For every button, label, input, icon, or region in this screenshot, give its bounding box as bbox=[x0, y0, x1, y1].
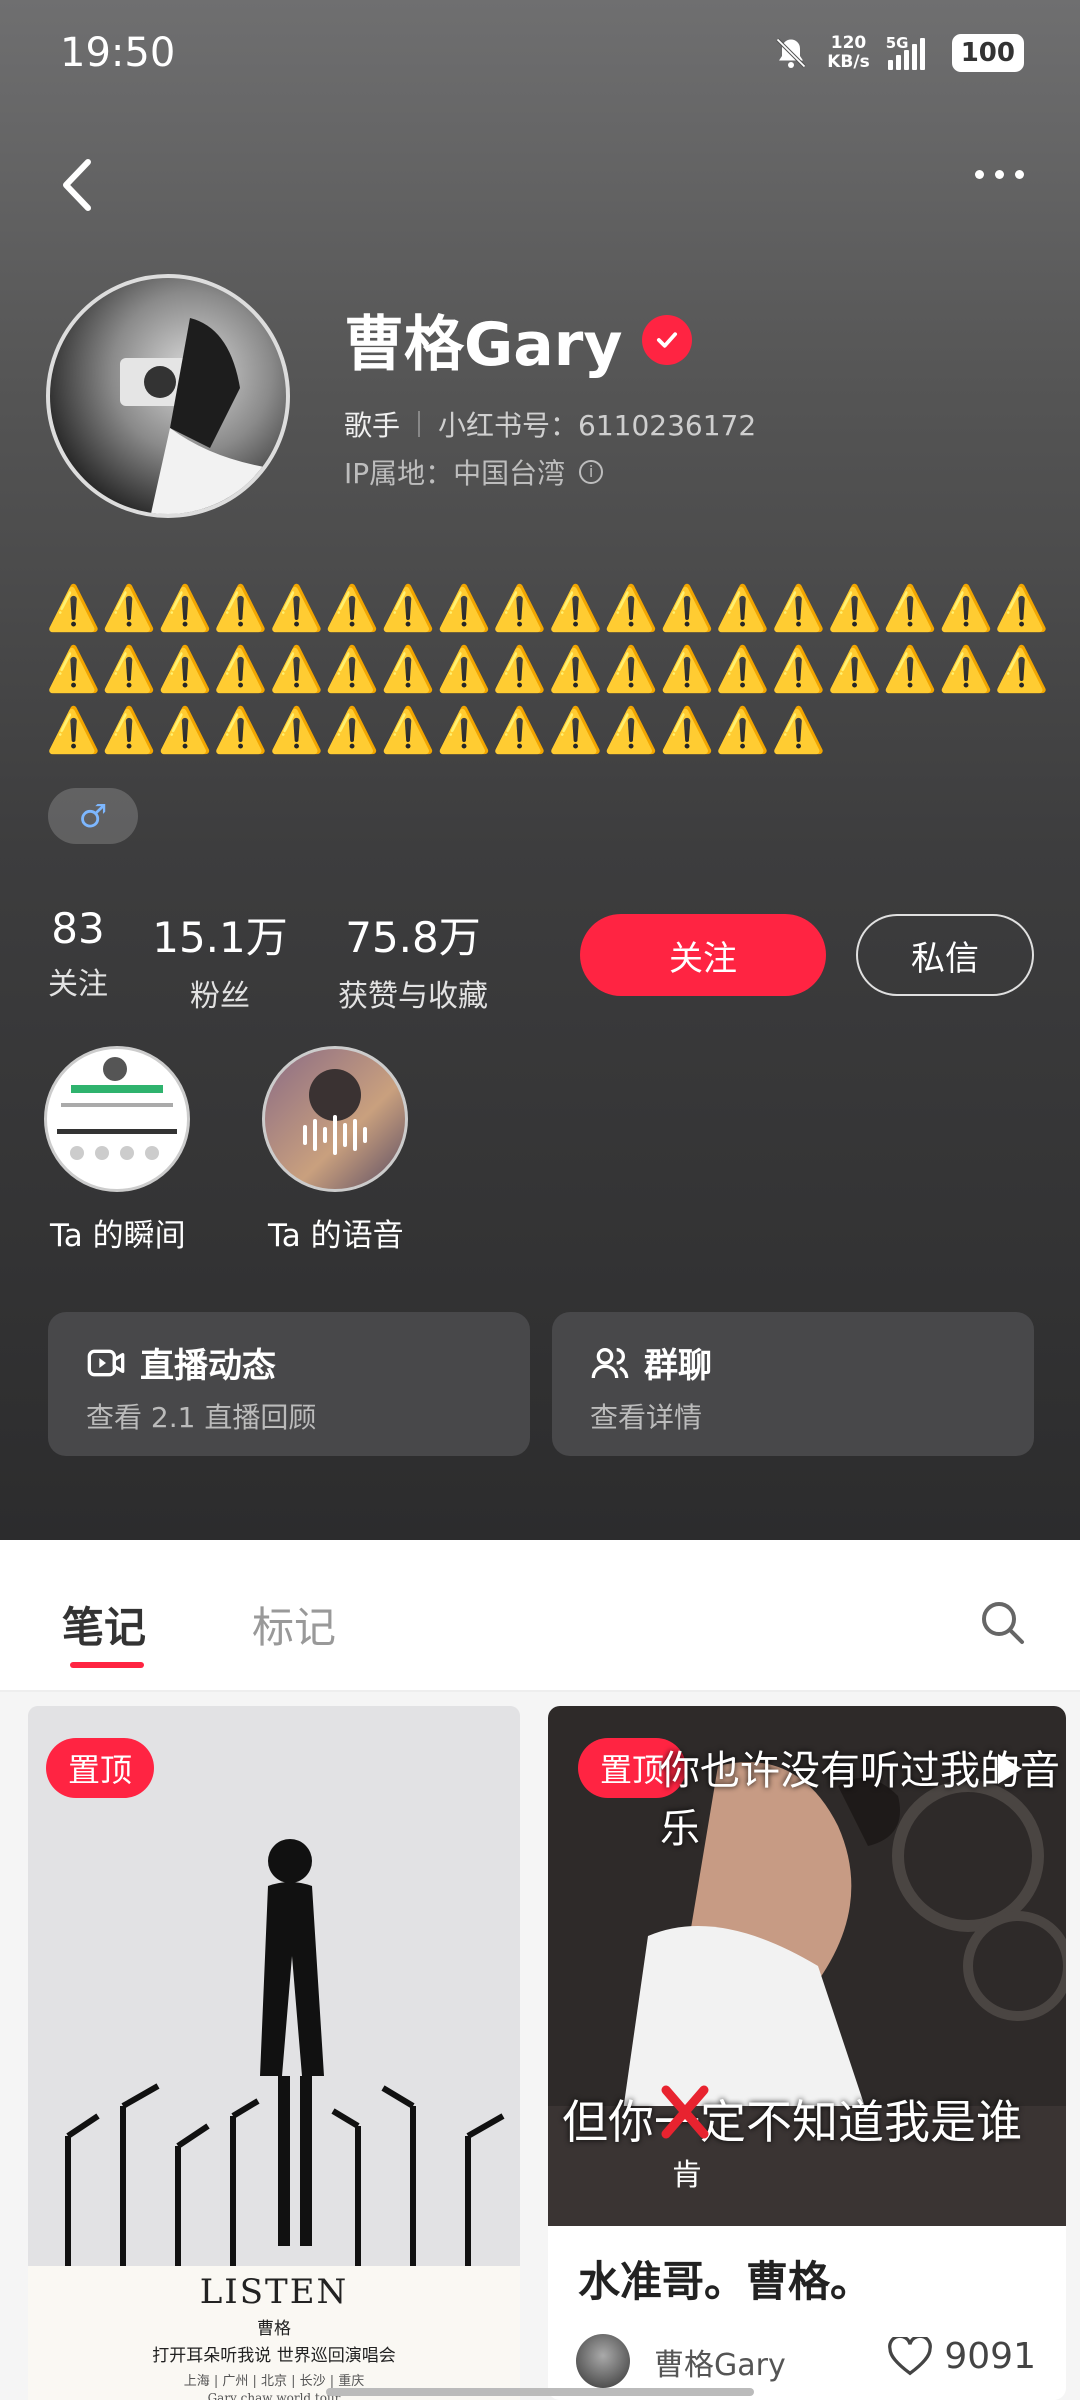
story-voice[interactable] bbox=[262, 1046, 408, 1192]
live-card[interactable]: 直播动态 查看 2.1 直播回顾 bbox=[48, 1312, 530, 1456]
profile-meta: 歌手 小红书号：6110236172 bbox=[344, 404, 756, 444]
search-icon[interactable] bbox=[978, 1598, 1026, 1646]
group-card-title: 群聊 bbox=[644, 1346, 712, 1386]
follow-button[interactable]: 关注 bbox=[580, 914, 826, 996]
red-id: 小红书号：6110236172 bbox=[438, 409, 757, 442]
tab-marks[interactable]: 标记 bbox=[252, 1594, 336, 1655]
profile-name: 曹格Gary bbox=[344, 296, 693, 383]
profile-header bbox=[0, 0, 1080, 1540]
mute-bell-icon bbox=[776, 38, 807, 68]
message-button[interactable]: 私信 bbox=[856, 914, 1034, 996]
male-gender-icon: ♂ bbox=[48, 788, 138, 844]
live-card-title: 直播动态 bbox=[140, 1346, 276, 1386]
verified-badge-icon bbox=[642, 314, 693, 365]
like-count-value: 9091 bbox=[944, 2336, 1036, 2377]
poster-title: LISTEN bbox=[199, 2272, 349, 2312]
story-moments-label: Ta 的瞬间 bbox=[50, 1218, 186, 1254]
tab-notes[interactable]: 笔记 bbox=[62, 1594, 146, 1655]
ip-label: IP属地：中国台湾 bbox=[344, 457, 566, 490]
profile-bio: ⚠️⚠️⚠️⚠️⚠️⚠️⚠️⚠️⚠️⚠️⚠️⚠️⚠️⚠️⚠️⚠️⚠️⚠️⚠️⚠️… bbox=[46, 583, 1051, 756]
story-voice-label: Ta 的语音 bbox=[268, 1218, 404, 1254]
like-count[interactable]: 9091 bbox=[888, 2336, 1036, 2377]
more-options-icon[interactable] bbox=[975, 170, 1024, 179]
stat-likes-collects[interactable]: 75.8万 获赞与收藏 bbox=[320, 904, 506, 1015]
divider bbox=[418, 411, 421, 437]
info-icon[interactable]: i bbox=[579, 460, 604, 484]
tab-indicator bbox=[70, 1662, 144, 1668]
status-icons: 120 KB/s 5G 100 bbox=[773, 34, 1024, 72]
status-time: 19:50 bbox=[60, 30, 176, 76]
back-arrow-icon[interactable] bbox=[50, 150, 110, 220]
stat-following[interactable]: 83 关注 bbox=[40, 904, 116, 1003]
profile-role: 歌手 bbox=[344, 409, 401, 442]
author-avatar[interactable] bbox=[576, 2334, 630, 2388]
note-title: 水准哥。曹格。 bbox=[578, 2257, 873, 2306]
group-chat-card[interactable]: 群聊 查看详情 bbox=[552, 1312, 1034, 1456]
signal-icon: 5G bbox=[886, 34, 934, 70]
content-tabs bbox=[0, 1540, 1080, 1692]
avatar[interactable] bbox=[46, 274, 290, 518]
network-speed: 120 KB/s bbox=[827, 33, 870, 72]
author-name[interactable]: 曹格Gary bbox=[654, 2340, 786, 2384]
home-indicator[interactable] bbox=[326, 2388, 754, 2396]
story-moments[interactable] bbox=[44, 1046, 190, 1192]
poster-text: LISTEN 曹格 打开耳朵听我说 世界巡回演唱会 上海 | 广州 | 北京 |… bbox=[28, 2272, 520, 2400]
pinned-badge: 置顶 bbox=[46, 1738, 155, 1798]
poster-subtitle: 打开耳朵听我说 世界巡回演唱会 bbox=[152, 2346, 396, 2366]
battery-icon: 100 bbox=[951, 34, 1024, 72]
stat-fans[interactable]: 15.1万 粉丝 bbox=[152, 904, 288, 1015]
video-caption-sub: 肯 bbox=[672, 2158, 702, 2193]
live-card-subtitle: 查看 2.1 直播回顾 bbox=[86, 1401, 317, 1434]
live-icon bbox=[87, 1349, 125, 1376]
play-icon bbox=[998, 1754, 1022, 1784]
group-icon bbox=[591, 1347, 629, 1378]
heart-icon[interactable] bbox=[888, 2336, 933, 2377]
poster-name: 曹格 bbox=[257, 2319, 291, 2339]
poster-cities: 上海 | 广州 | 北京 | 长沙 | 重庆 bbox=[183, 2374, 365, 2389]
group-card-subtitle: 查看详情 bbox=[590, 1401, 703, 1434]
video-caption-bottom: 但你一定不知道我是谁 bbox=[562, 2095, 1022, 2149]
cross-mark-icon bbox=[661, 2085, 709, 2139]
ip-location[interactable]: IP属地：中国台湾 i bbox=[344, 452, 604, 492]
